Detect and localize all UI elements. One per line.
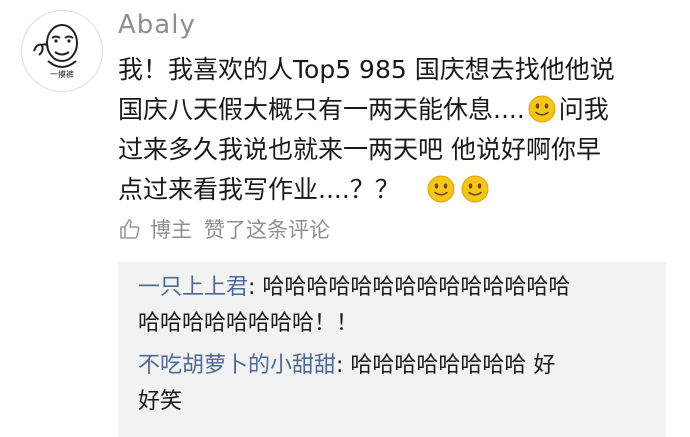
reply-text: 哈哈哈哈哈哈哈哈 好: [350, 353, 556, 378]
reply-username[interactable]: 一只上上君: [138, 275, 248, 300]
comment-line: 国庆八天假大概只有一两天能休息.... 问我: [118, 90, 678, 130]
replies-box: 一只上上君: 哈哈哈哈哈哈哈哈哈哈哈哈哈哈 哈哈哈哈哈哈哈哈！！ 不吃胡萝卜的小…: [118, 262, 666, 437]
reply-item: 一只上上君: 哈哈哈哈哈哈哈哈哈哈哈哈哈哈 哈哈哈哈哈哈哈哈！！: [138, 270, 648, 342]
comment-body: 我！我喜欢的人Top5 985 国庆想去找他他说 国庆八天假大概只有一两天能休息…: [118, 50, 678, 210]
author-liked-line: 博主 赞了这条评论: [118, 214, 330, 244]
smiley-face-icon: [426, 174, 456, 204]
reply-text: 好笑: [138, 389, 183, 414]
reply-separator: :: [336, 353, 351, 378]
reply-item: 不吃胡萝卜的小甜甜: 哈哈哈哈哈哈哈哈 好 好笑: [138, 348, 648, 420]
comment-line: 我！我喜欢的人Top5 985 国庆想去找他他说: [118, 55, 615, 84]
reply-separator: :: [248, 275, 263, 300]
liked-text: 赞了这条评论: [204, 218, 330, 242]
reply-text: 哈哈哈哈哈哈哈哈哈哈哈哈哈哈: [262, 275, 571, 300]
reply-text: 哈哈哈哈哈哈哈哈！！: [138, 311, 359, 336]
comment-text: 点过来看我写作业....？？: [118, 175, 400, 204]
smiley-face-icon: [460, 174, 490, 204]
avatar[interactable]: 一摸裤: [21, 10, 103, 92]
reply-username[interactable]: 不吃胡萝卜的小甜甜: [138, 353, 336, 378]
comment-username[interactable]: Abaly: [118, 10, 196, 40]
comment-line: 点过来看我写作业....？？: [118, 170, 678, 210]
meme-face-icon: 一摸裤: [33, 24, 78, 79]
thumbs-up-icon[interactable]: [118, 217, 142, 241]
comment-line: 过来多久我说也就来一两天吧 他说好啊你早: [118, 135, 601, 164]
author-label: 博主: [150, 218, 192, 242]
avatar-caption: 一摸裤: [50, 69, 74, 79]
comment-text: 问我: [558, 95, 609, 124]
smiley-face-icon: [527, 94, 557, 124]
comment-text: 国庆八天假大概只有一两天能休息....: [118, 95, 525, 124]
